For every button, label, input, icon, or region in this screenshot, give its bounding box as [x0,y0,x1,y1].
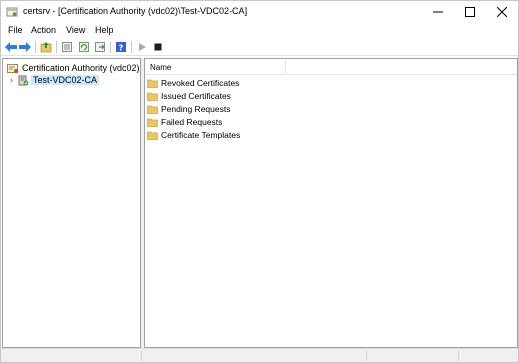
folder-icon [147,79,158,88]
menu-help[interactable]: Help [95,25,114,35]
stop-service-icon [154,43,162,51]
help-icon: ? [116,42,126,53]
close-icon [497,7,507,17]
certsrv-app-icon [6,7,18,17]
window-title: certsrv - [Certification Authority (vdc0… [23,6,248,16]
list-item-label: Failed Requests [161,117,223,127]
toolbar-separator [110,41,111,53]
close-button[interactable] [486,1,518,23]
main-window: certsrv - [Certification Authority (vdc0… [0,0,519,363]
toolbar-separator [56,41,57,53]
title-bar[interactable]: certsrv - [Certification Authority (vdc0… [1,1,518,23]
properties-button[interactable] [60,40,74,54]
menu-bar: File Action View Help [1,23,518,38]
list-item-label: Issued Certificates [161,91,231,101]
back-arrow-icon [5,42,17,52]
list-item-label: Certificate Templates [161,130,241,140]
tree-node-ca[interactable]: › Test-VDC02-CA [7,74,100,86]
status-divider [366,351,367,361]
list-item-issued-certificates[interactable]: Issued Certificates [147,90,231,102]
menu-view[interactable]: View [66,25,85,35]
properties-icon [62,42,72,52]
tree-node-ca-label: Test-VDC02-CA [31,75,100,85]
minimize-button[interactable] [422,1,454,23]
column-name-header[interactable]: Name [150,63,171,72]
certification-authority-icon [7,63,18,73]
list-column-header[interactable]: Name [145,59,517,75]
start-service-icon [139,43,146,51]
list-item-revoked-certificates[interactable]: Revoked Certificates [147,77,239,89]
results-pane[interactable]: Name Revoked Certificates Issued Certifi… [144,58,518,348]
folder-icon [147,92,158,101]
forward-arrow-icon [19,42,31,52]
toolbar: ? [1,38,518,56]
list-item-label: Revoked Certificates [161,78,240,88]
folder-icon [147,131,158,140]
stop-service-button[interactable] [151,40,165,54]
column-divider[interactable] [285,59,286,75]
menu-file[interactable]: File [8,25,23,35]
status-bar [1,348,518,362]
up-one-level-button[interactable] [39,40,53,54]
list-item-certificate-templates[interactable]: Certificate Templates [147,129,240,141]
refresh-button[interactable] [77,40,91,54]
status-divider [458,351,459,361]
tree-root-label: Certification Authority (vdc02) [22,63,140,73]
chevron-right-icon[interactable]: › [7,74,16,86]
console-tree-pane[interactable]: Certification Authority (vdc02) › Test-V… [2,58,141,348]
svg-text:?: ? [119,44,124,53]
up-folder-icon [40,42,52,53]
back-button[interactable] [4,40,18,54]
tree-root-node[interactable]: Certification Authority (vdc02) [7,62,140,74]
menu-action[interactable]: Action [31,25,56,35]
status-divider [141,351,142,361]
folder-icon [147,105,158,114]
maximize-button[interactable] [454,1,486,23]
forward-button[interactable] [18,40,32,54]
start-service-button[interactable] [135,40,149,54]
toolbar-separator [131,41,132,53]
list-item-pending-requests[interactable]: Pending Requests [147,103,230,115]
refresh-icon [79,42,89,52]
list-item-label: Pending Requests [161,104,231,114]
export-list-button[interactable] [93,40,107,54]
export-list-icon [95,42,105,52]
help-button[interactable]: ? [114,40,128,54]
list-item-failed-requests[interactable]: Failed Requests [147,116,222,128]
maximize-icon [465,7,475,17]
ca-server-icon [18,75,29,85]
folder-icon [147,118,158,127]
toolbar-separator [35,41,36,53]
minimize-icon [433,11,443,13]
